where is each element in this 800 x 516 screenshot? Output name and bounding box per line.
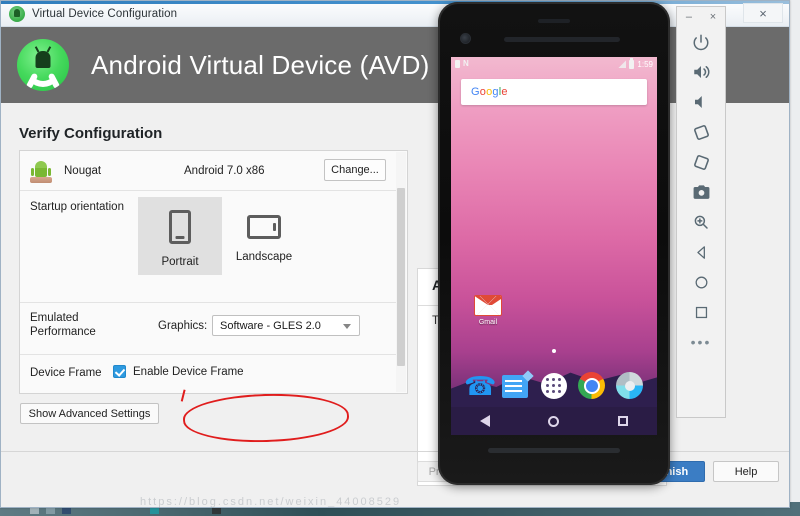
startup-orientation-row: Startup orientation Portrait Landscape xyxy=(20,191,396,303)
startup-orientation-label: Startup orientation xyxy=(30,201,124,213)
home-icon[interactable] xyxy=(681,267,721,297)
config-scrollbar[interactable] xyxy=(396,152,406,392)
titlebar-accent xyxy=(1,1,789,4)
orientation-option-landscape[interactable]: Landscape xyxy=(222,197,306,275)
device-frame-row: Device Frame Enable Device Frame xyxy=(20,355,396,394)
section-title: Verify Configuration xyxy=(19,125,163,142)
zoom-icon[interactable] xyxy=(681,207,721,237)
device-release-name: Nougat xyxy=(64,164,102,177)
minimize-icon[interactable]: – xyxy=(686,11,692,23)
rotate-right-icon[interactable] xyxy=(681,147,721,177)
status-bar-right: 1:59 xyxy=(618,57,653,69)
header-band: Android Virtual Device (AVD) xyxy=(1,27,789,103)
emulated-performance-label-line1: Emulated xyxy=(30,312,79,324)
orientation-label-landscape: Landscape xyxy=(235,251,293,263)
messages-icon[interactable] xyxy=(502,372,530,400)
orientation-option-portrait[interactable]: Portrait xyxy=(138,197,222,275)
google-logo: Google xyxy=(471,86,508,98)
nav-back-icon[interactable] xyxy=(480,415,491,427)
more-icon[interactable]: ••• xyxy=(681,327,721,357)
help-button[interactable]: Help xyxy=(713,461,779,482)
android-head-icon xyxy=(9,5,25,22)
volume-up-icon[interactable] xyxy=(681,57,721,87)
emulator-side-toolbar: – × ••• xyxy=(676,6,726,418)
chevron-down-icon xyxy=(343,324,351,329)
footer-divider xyxy=(1,451,789,452)
front-camera-icon xyxy=(460,33,471,44)
google-search-widget[interactable]: Google xyxy=(461,79,647,105)
battery-icon xyxy=(629,57,635,69)
nav-home-icon[interactable] xyxy=(548,415,560,427)
tablet-landscape-icon xyxy=(247,215,281,239)
bottom-speaker xyxy=(488,448,620,453)
wifi-icon xyxy=(618,60,627,68)
checkbox-checked-icon xyxy=(113,365,126,378)
red-annotation-circle xyxy=(182,392,349,444)
home-page-indicator xyxy=(552,349,556,353)
phone-portrait-icon xyxy=(169,210,191,244)
photos-icon[interactable] xyxy=(616,372,644,400)
emulator-screen[interactable]: N 1:59 Google Gmail ☎ xyxy=(451,57,657,435)
page-title: Android Virtual Device (AVD) xyxy=(91,49,430,80)
window-titlebar: Virtual Device Configuration × xyxy=(1,1,789,27)
close-icon[interactable]: × xyxy=(710,11,716,23)
nav-recents-icon[interactable] xyxy=(617,416,628,426)
android-studio-avd-logo xyxy=(17,39,69,91)
more-dots-label: ••• xyxy=(690,334,712,350)
virtual-device-configuration-window: Virtual Device Configuration × Android V… xyxy=(0,0,790,508)
enable-device-frame-label: Enable Device Frame xyxy=(133,365,244,378)
nfc-n-icon: N xyxy=(463,59,469,68)
overview-icon[interactable] xyxy=(681,297,721,327)
screenshot-camera-icon[interactable] xyxy=(681,177,721,207)
android-navigation-bar xyxy=(451,407,657,435)
window-title: Virtual Device Configuration xyxy=(32,7,178,20)
device-api-level: Android 7.0 x86 xyxy=(184,164,265,177)
screen-root: Virtual Device Configuration × Android V… xyxy=(0,0,800,516)
emulated-performance-label-line2: Performance xyxy=(30,326,96,338)
app-drawer-icon[interactable] xyxy=(540,372,568,400)
red-annotation-tail xyxy=(180,389,198,405)
earpiece-speaker xyxy=(504,37,620,42)
microphone-icon[interactable] xyxy=(631,85,637,95)
sim-card-icon xyxy=(455,60,460,68)
graphics-selected-value: Software - GLES 2.0 xyxy=(220,319,321,332)
phone-dialer-icon[interactable]: ☎ xyxy=(464,372,496,400)
show-advanced-settings-button[interactable]: Show Advanced Settings xyxy=(20,403,159,424)
android-nougat-droid-icon xyxy=(28,158,54,184)
enable-device-frame-checkbox[interactable]: Enable Device Frame xyxy=(113,365,244,378)
orientation-label-portrait: Portrait xyxy=(161,256,199,268)
back-icon[interactable] xyxy=(681,237,721,267)
configuration-panel: Nougat Android 7.0 x86 Change... Startup… xyxy=(19,150,408,394)
orientation-choices: Portrait Landscape xyxy=(138,197,306,275)
android-status-bar: N 1:59 xyxy=(451,57,657,71)
rotate-left-icon[interactable] xyxy=(681,117,721,147)
app-icon-gmail[interactable]: Gmail xyxy=(467,295,509,326)
top-grille xyxy=(538,19,570,23)
graphics-dropdown[interactable]: Software - GLES 2.0 xyxy=(212,315,360,336)
home-dock: ☎ xyxy=(451,365,657,407)
close-icon[interactable]: × xyxy=(743,3,783,23)
emulator-window-buttons: – × xyxy=(677,7,725,27)
power-icon[interactable] xyxy=(681,27,721,57)
scrollbar-thumb[interactable] xyxy=(397,188,405,366)
chrome-icon[interactable] xyxy=(578,372,606,400)
watermark-text: https://blog.csdn.net/weixin_44008529 xyxy=(140,496,402,508)
device-frame-label: Device Frame xyxy=(30,367,102,379)
graphics-label: Graphics: xyxy=(158,320,208,332)
gmail-icon xyxy=(474,295,502,316)
status-bar-left: N xyxy=(455,60,469,68)
android-emulator-window: N 1:59 Google Gmail ☎ xyxy=(438,2,670,485)
app-label-gmail: Gmail xyxy=(478,319,498,326)
emulated-performance-row: Emulated Performance Graphics: Software … xyxy=(20,303,396,355)
volume-down-icon[interactable] xyxy=(681,87,721,117)
device-summary-row: Nougat Android 7.0 x86 Change... xyxy=(20,151,396,191)
emulated-performance-label: Emulated Performance xyxy=(30,311,96,339)
change-button[interactable]: Change... xyxy=(324,159,386,181)
status-bar-clock: 1:59 xyxy=(637,59,653,69)
wizard-body: Verify Configuration AV The Nougat xyxy=(1,103,789,507)
